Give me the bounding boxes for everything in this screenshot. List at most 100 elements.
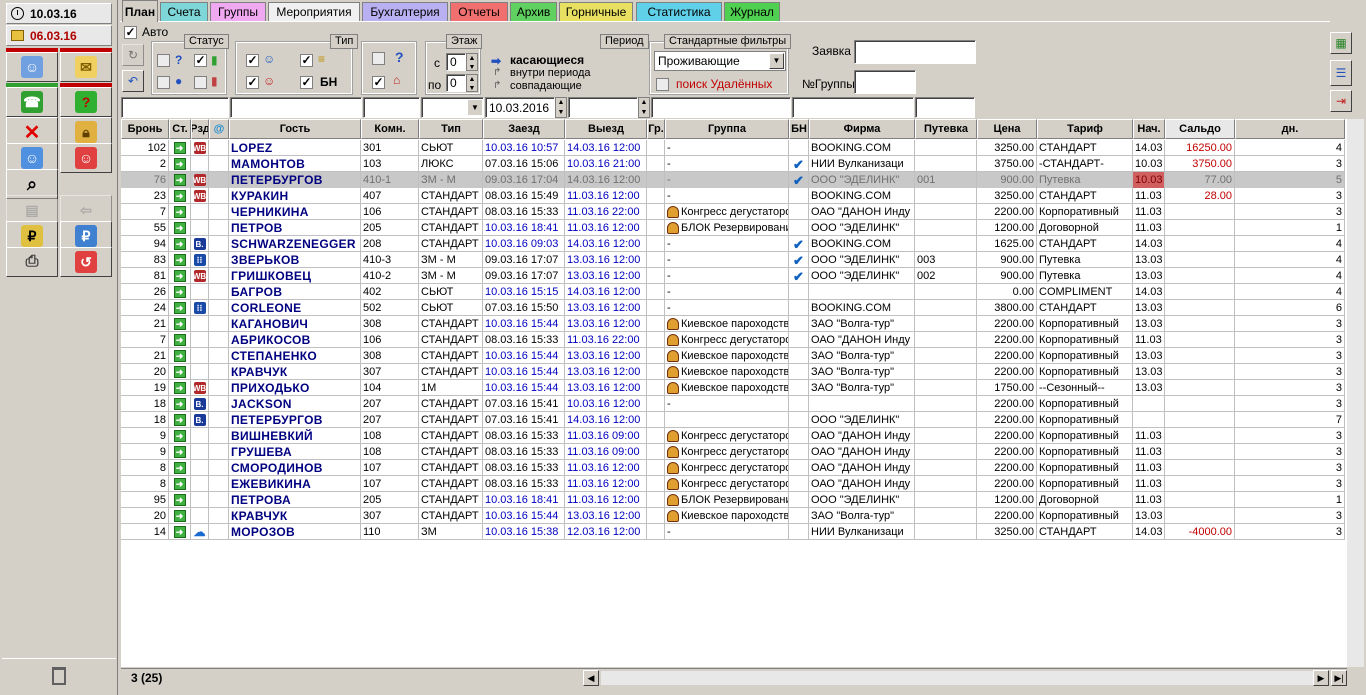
column-header[interactable]: Фирма: [809, 119, 915, 139]
status-checkbox-2[interactable]: ✓: [194, 54, 207, 67]
floor-to-spinner[interactable]: ▲ ▼: [466, 74, 478, 92]
floor-from-input[interactable]: 0: [446, 53, 466, 71]
column-header[interactable]: Бронь: [121, 119, 169, 139]
table-row[interactable]: 55 ➜ ПЕТРОВ 205 СТАНДАРТ 10.03.16 18:41 11.03.…: [121, 220, 1345, 236]
scroll-left-button[interactable]: ◀: [583, 670, 599, 686]
column-header[interactable]: дн.: [1235, 119, 1345, 139]
column-header[interactable]: Группа: [665, 119, 789, 139]
column-header[interactable]: Рзд: [191, 119, 209, 139]
table-row[interactable]: 18 ➜ B. JACKSON 207 СТАНДАРТ 07.03.16 15:41 10.…: [121, 396, 1345, 412]
tab-1[interactable]: Счета: [160, 2, 208, 21]
table-row[interactable]: 81 ➜ WB ГРИШКОВЕЦ 410-2 ЗМ - М 09.03.16 17:07 1…: [121, 268, 1345, 284]
back-button[interactable]: ↶: [122, 70, 144, 92]
tab-7[interactable]: Горничные: [559, 2, 633, 21]
status-checkbox-4[interactable]: [194, 76, 207, 89]
table-row[interactable]: 21 ➜ СТЕПАНЕНКО 308 СТАНДАРТ 10.03.16 15:44 13…: [121, 348, 1345, 364]
table-row[interactable]: 8 ➜ СМОРОДИНОВ 107 СТАНДАРТ 08.03.16 15:33 11.…: [121, 460, 1345, 476]
date-spinner[interactable]: ▲ ▼: [555, 97, 567, 118]
table-row[interactable]: 94 ➜ B. SCHWARZENEGGER 208 СТАНДАРТ 10.03.16 0…: [121, 236, 1345, 252]
table-row[interactable]: 20 ➜ КРАВЧУК 307 СТАНДАРТ 10.03.16 15:44 13.03…: [121, 364, 1345, 380]
table-row[interactable]: 9 ➜ ГРУШЕВА 108 СТАНДАРТ 08.03.16 15:33 11.03.…: [121, 444, 1345, 460]
status-checkbox-3[interactable]: [157, 76, 170, 89]
period-matching[interactable]: совпадающие: [510, 80, 582, 92]
column-header[interactable]: Сальдо: [1165, 119, 1235, 139]
tab-0[interactable]: План: [122, 0, 158, 22]
column-header[interactable]: Нач.: [1133, 119, 1165, 139]
guests-button[interactable]: ☺: [6, 52, 58, 82]
phone-button[interactable]: ☎: [6, 87, 58, 117]
status-checkbox-1[interactable]: [157, 54, 170, 67]
vertical-scrollbar[interactable]: [1347, 119, 1364, 667]
help-button[interactable]: ?: [60, 87, 112, 117]
table-row[interactable]: 14 ➜ ☁ МОРОЗОВ 110 ЗМ 10.03.16 15:38 12.03.16 1…: [121, 524, 1345, 540]
table-row[interactable]: 2 ➜ МАМОНТОВ 103 ЛЮКС 07.03.16 15:06 10.03.16 …: [121, 156, 1345, 172]
column-header[interactable]: Комн.: [361, 119, 419, 139]
trash-button[interactable]: [2, 658, 116, 693]
checkout-button[interactable]: ☺: [60, 143, 112, 173]
table-row[interactable]: 102 ➜ WB LOPEZ 301 СЬЮТ 10.03.16 10:57 14.03.16…: [121, 140, 1345, 156]
export-button[interactable]: ⇥: [1330, 90, 1352, 112]
list-view-button[interactable]: ☰: [1330, 60, 1352, 86]
tab-4[interactable]: Бухгалтерия: [362, 2, 448, 21]
extra-checkbox-1[interactable]: [372, 52, 385, 65]
bn-checkbox[interactable]: ✓: [300, 76, 313, 89]
floor-to-input[interactable]: 0: [446, 74, 466, 92]
filter-group[interactable]: [651, 97, 791, 118]
filter-checkin-date[interactable]: 10.03.2016: [485, 97, 555, 118]
filter-firm[interactable]: [792, 97, 914, 118]
column-header[interactable]: @: [209, 119, 229, 139]
table-row[interactable]: 23 ➜ WB КУРАКИН 407 СТАНДАРТ 08.03.16 15:49 11.…: [121, 188, 1345, 204]
column-header[interactable]: Гр.: [647, 119, 665, 139]
type-checkbox-1[interactable]: ✓: [246, 54, 259, 67]
column-header[interactable]: Тариф: [1037, 119, 1133, 139]
current-date-box[interactable]: 10.03.16: [6, 3, 112, 24]
tab-8[interactable]: Статистика: [636, 2, 722, 21]
return-button[interactable]: ↺: [60, 247, 112, 277]
system-date-box[interactable]: 06.03.16: [6, 25, 112, 46]
chevron-down-icon[interactable]: ▼: [468, 100, 482, 115]
table-row[interactable]: 83 ➜ ⁝⁝ ЗВЕРЬКОВ 410-3 ЗМ - М 09.03.16 17:07 13…: [121, 252, 1345, 268]
filter-voucher[interactable]: [915, 97, 975, 118]
period-touching[interactable]: касающиеся: [510, 53, 584, 67]
tab-9[interactable]: Журнал: [724, 2, 780, 21]
table-row[interactable]: 76 ➜ WB ПЕТЕРБУРГОВ 410-1 ЗМ - М 09.03.16 17:0…: [121, 172, 1345, 188]
filter-room[interactable]: [363, 97, 420, 118]
tab-3[interactable]: Мероприятия: [268, 2, 360, 21]
horizontal-scrollbar[interactable]: [601, 671, 1315, 685]
column-header[interactable]: Тип: [419, 119, 483, 139]
column-header[interactable]: БН: [789, 119, 809, 139]
type-checkbox-3[interactable]: ✓: [246, 76, 259, 89]
table-row[interactable]: 7 ➜ ЧЕРНИКИНА 106 СТАНДАРТ 08.03.16 15:33 11.0…: [121, 204, 1345, 220]
floor-from-spinner[interactable]: ▲ ▼: [466, 53, 478, 71]
chevron-down-icon[interactable]: ▼: [769, 53, 784, 69]
tab-5[interactable]: Отчеты: [450, 2, 508, 21]
table-row[interactable]: 19 ➜ WB ПРИХОДЬКО 104 1М 10.03.16 15:44 13.03.1…: [121, 380, 1345, 396]
table-row[interactable]: 9 ➜ ВИШНЕВКИЙ 108 СТАНДАРТ 08.03.16 15:33 11.0…: [121, 428, 1345, 444]
deleted-checkbox[interactable]: [656, 78, 669, 91]
zayavka-input[interactable]: [854, 40, 976, 64]
mail-button[interactable]: ✉: [60, 52, 112, 82]
column-header[interactable]: Гость: [229, 119, 361, 139]
table-row[interactable]: 7 ➜ АБРИКОСОВ 106 СТАНДАРТ 08.03.16 15:33 11.0…: [121, 332, 1345, 348]
date-spinner[interactable]: ▲ ▼: [638, 97, 650, 118]
type-checkbox-2[interactable]: ✓: [300, 54, 313, 67]
table-row[interactable]: 20 ➜ КРАВЧУК 307 СТАНДАРТ 10.03.16 15:44 13.03…: [121, 508, 1345, 524]
column-header[interactable]: Цена: [977, 119, 1037, 139]
std-filter-select[interactable]: Проживающие ▼: [654, 51, 786, 71]
column-header[interactable]: Путевка: [915, 119, 977, 139]
grid-view-button[interactable]: ▦: [1330, 32, 1352, 54]
filter-checkout-date[interactable]: [568, 97, 638, 118]
table-row[interactable]: 8 ➜ ЕЖЕВИКИНА 107 СТАНДАРТ 08.03.16 15:33 11.0…: [121, 476, 1345, 492]
table-row[interactable]: 24 ➜ ⁝⁝ CORLEONE 502 СЬЮТ 07.03.16 15:50 13.03.…: [121, 300, 1345, 316]
table-row[interactable]: 26 ➜ БАГРОВ 402 СЬЮТ 10.03.16 15:15 14.03.16 1…: [121, 284, 1345, 300]
extra-checkbox-2[interactable]: ✓: [372, 76, 385, 89]
table-row[interactable]: 95 ➜ ПЕТРОВА 205 СТАНДАРТ 10.03.16 18:41 11.03…: [121, 492, 1345, 508]
period-inside[interactable]: внутри периода: [510, 67, 591, 79]
tab-6[interactable]: Архив: [510, 2, 557, 21]
column-header[interactable]: Заезд: [483, 119, 565, 139]
scroll-end-button[interactable]: ▶|: [1331, 670, 1347, 686]
scroll-right-button[interactable]: ▶: [1313, 670, 1329, 686]
auto-checkbox[interactable]: ✓: [124, 26, 137, 39]
print-button[interactable]: ⎙: [6, 247, 58, 277]
table-row[interactable]: 18 ➜ B. ПЕТЕРБУРГОВ 207 СТАНДАРТ 07.03.16 15:4…: [121, 412, 1345, 428]
